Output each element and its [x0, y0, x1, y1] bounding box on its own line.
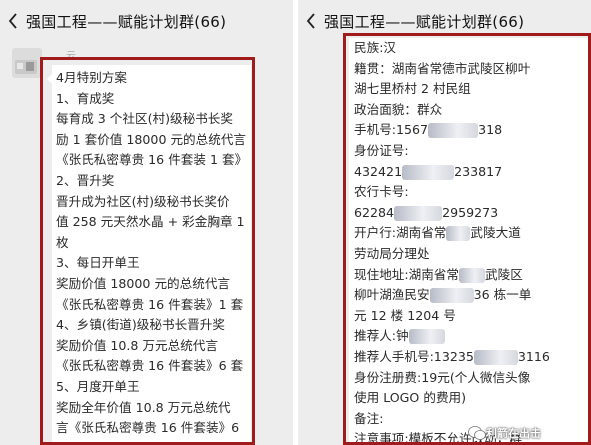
watermark-text: 利箭在出击: [486, 427, 541, 440]
redaction-blur: [429, 288, 474, 304]
sender-avatar[interactable]: [12, 48, 42, 78]
redaction-blur: [428, 123, 479, 139]
message-bubble[interactable]: 4月特别方案 1、育成奖每育成 3 个社区(村)级秘书长奖励 1 套价值 1800…: [52, 65, 251, 445]
message-line: 身份证号:: [354, 141, 589, 162]
message-text: 农行卡号:: [354, 184, 409, 200]
chat-title: 强国工程——赋能计划群(66): [324, 12, 525, 31]
back-arrow-icon[interactable]: [0, 0, 26, 42]
message-text: 政治面貌：群众: [354, 101, 443, 117]
message-text: 推荐人:钟: [354, 328, 409, 344]
message-text: 318: [478, 122, 503, 138]
chat-header: 强国工程——赋能计划群(66): [298, 0, 591, 42]
message-text: 手机号:1567: [354, 122, 429, 138]
message-line: 推荐人:钟: [354, 326, 589, 347]
message-line: 柳叶湖渔民安 36 栋一单: [354, 285, 589, 306]
message-line: 奖励价值 10.8 万元总统代言: [56, 337, 218, 353]
chat-screenshot-right: 强国工程——赋能计划群(66) 民族:汉籍贯：湖南省常德市武陵区柳叶 湖七里桥村 …: [298, 0, 591, 445]
message-text: 武陵大道: [470, 225, 521, 241]
message-line: 2、晋升奖: [56, 172, 115, 188]
message-text: 2959273: [442, 204, 499, 220]
message-text: 现住地址:湖南省常: [354, 266, 459, 282]
message-text: 432421: [354, 163, 403, 179]
redaction-blur: [394, 205, 443, 221]
message-line: 5、月度开单王: [56, 378, 140, 394]
message-line: 使用 LOGO 的费用): [354, 388, 589, 409]
message-line: 开户行:湖南省常 武陵大道: [354, 223, 589, 244]
message-line: 言《张氏私密尊贵 16 件套装》6: [56, 420, 240, 436]
message-line: 套(含人事贵 100 以上成为老封: [56, 439, 251, 445]
message-line: 奖励价值 18000 元的总统代言: [56, 275, 231, 291]
redaction-blur: [459, 267, 485, 283]
message-line: 值 258 元天然水晶 + 彩金胸章 1: [56, 214, 245, 230]
message-line: 1、育成奖: [56, 90, 115, 106]
message-text: 开户行:湖南省常: [354, 225, 447, 241]
watermark: 利箭在出击: [468, 425, 541, 441]
message-text: 36 栋一单: [473, 287, 532, 303]
redaction-blur: [473, 349, 518, 365]
message-text: 武陵区: [485, 266, 523, 282]
chat-screenshot-left: 强国工程——赋能计划群(66) 云 4月特别方案 1、育成奖每育成 3 个社区(村…: [0, 0, 293, 445]
message-line: 手机号:1567 318: [354, 120, 589, 141]
message-line: 民族:汉: [354, 38, 589, 59]
message-line: 推荐人手机号:13235 3116: [354, 347, 589, 368]
sender-name: 云: [66, 51, 76, 62]
message-text: 湖七里桥村 2 村民组: [354, 81, 471, 97]
message-text: 62284: [354, 204, 395, 220]
message-line: 奖励全年价值 10.8 万元总统代: [56, 399, 231, 415]
message-line: 4、乡镇(街道)级秘书长晋升奖: [56, 317, 225, 333]
message-text: 233817: [454, 163, 503, 179]
chat-title: 强国工程——赋能计划群(66): [26, 12, 227, 31]
message-line: 4月特别方案: [56, 70, 127, 85]
message-text: 身份证号:: [354, 142, 409, 158]
redaction-blur: [446, 226, 471, 242]
message-line: 《张氏私密尊贵 16 件套装 1 套》: [56, 152, 248, 168]
message-text: 使用 LOGO 的费用): [354, 390, 467, 406]
message-text: 推荐人手机号:13235: [354, 348, 474, 364]
redaction-blur: [408, 329, 445, 345]
message-line: 《张氏私密尊贵 16 件套装》1 套: [56, 296, 244, 312]
wechat-official-account-icon: [468, 426, 486, 440]
message-line: 政治面貌：群众: [354, 100, 589, 121]
message-line: 籍贯：湖南省常德市武陵区柳叶: [354, 59, 589, 80]
message-text: 备注:: [354, 410, 384, 426]
message-line: 农行卡号:: [354, 182, 589, 203]
message-line: 432421 233817: [354, 162, 589, 183]
message-text: 民族:汉: [354, 40, 397, 55]
chat-header: 强国工程——赋能计划群(66): [0, 0, 293, 42]
message-line: 现住地址:湖南省常 武陵区: [354, 265, 589, 286]
message-text: 籍贯：湖南省常德市武陵区柳叶: [354, 60, 531, 76]
message-line: 每育成 3 个社区(村)级秘书长奖: [56, 111, 233, 127]
message-line: 枚: [56, 234, 69, 250]
message-line: 劳动局分理处: [354, 244, 589, 265]
message-bubble[interactable]: 民族:汉 籍贯：湖南省常德市武陵区柳叶 湖七里桥村 2 村民组 政治面貌：群众 手机号:…: [349, 38, 589, 445]
message-line: 3、每日开单王: [56, 255, 140, 271]
message-text: 劳动局分理处: [354, 245, 430, 261]
message-line: 元 12 楼 1204 号: [354, 306, 589, 327]
message-line: 励 1 套价值 18000 元的总统代言: [56, 131, 247, 147]
message-text: 身份注册费:19元(个人微信头像: [354, 369, 531, 385]
message-line: 湖七里桥村 2 村民组: [354, 79, 589, 100]
message-line: 晋升成为社区(村)级秘书长奖价: [56, 193, 230, 209]
message-line: 62284 2959273: [354, 203, 589, 224]
message-text: 3116: [517, 348, 550, 364]
message-line: 《张氏私密尊贵 16 件套装》6 套: [56, 358, 244, 374]
redaction-blur: [402, 164, 455, 180]
back-arrow-icon[interactable]: [298, 0, 324, 42]
message-line: 身份注册费:19元(个人微信头像: [354, 368, 589, 389]
message-text: 元 12 楼 1204 号: [354, 307, 456, 323]
message-text: 柳叶湖渔民安: [354, 287, 430, 303]
